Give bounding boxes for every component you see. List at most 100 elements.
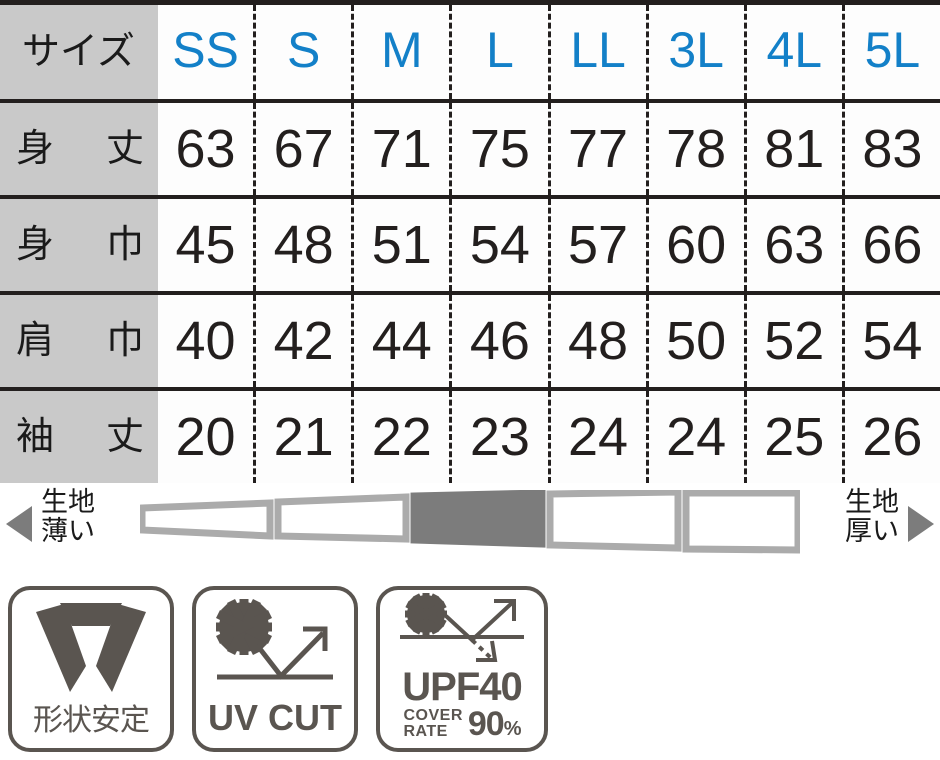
size-header-m: M bbox=[351, 5, 449, 99]
table-row: 身 丈 63 67 71 75 77 78 81 83 bbox=[0, 99, 940, 195]
sun-block-icon bbox=[380, 590, 544, 668]
sun-reflect-icon bbox=[196, 590, 354, 700]
cell-value: 54 bbox=[449, 199, 547, 291]
cell-value: 51 bbox=[351, 199, 449, 291]
gauge-step-5 bbox=[682, 490, 800, 554]
cell-value: 25 bbox=[743, 391, 842, 483]
row-values-body-length: 63 67 71 75 77 78 81 83 bbox=[158, 103, 940, 195]
cell-value: 45 bbox=[175, 215, 236, 275]
cell-value: 26 bbox=[841, 391, 940, 483]
gauge-label-thin-line1: 生地 bbox=[41, 487, 95, 517]
cell-value: 78 bbox=[645, 103, 744, 195]
collar-icon bbox=[12, 590, 170, 706]
cell-value: 24 bbox=[645, 391, 744, 483]
cell-value: 54 bbox=[841, 295, 940, 387]
cell-value: 71 bbox=[351, 103, 449, 195]
size-header-5l: 5L bbox=[841, 5, 940, 99]
sun-reflect-icon-svg bbox=[215, 599, 333, 680]
size-header-cells: SS S M L LL 3L 4L 5L bbox=[158, 5, 940, 99]
gauge-label-thick: 生地 厚い bbox=[845, 487, 899, 547]
cell-value: 81 bbox=[743, 103, 842, 195]
cell-value: 24 bbox=[547, 391, 646, 483]
badge-caption-uv-cut: UV CUT bbox=[208, 697, 342, 738]
cell-value: 48 bbox=[547, 295, 646, 387]
size-header-label: サイズ bbox=[22, 31, 135, 73]
table-row: 身 巾 45 48 51 54 57 60 63 66 bbox=[0, 195, 940, 291]
cover-rate-label: COVER RATE bbox=[403, 708, 462, 740]
cover-rate-group: COVER RATE 90% bbox=[403, 707, 522, 741]
cover-rate-number: 90 bbox=[467, 704, 505, 743]
cell-value: 67 bbox=[253, 103, 351, 195]
feature-badges: 形状安定 UV CUT UPF40 COVER RATE 90% bbox=[8, 586, 548, 752]
size-header-3l: 3L bbox=[645, 5, 744, 99]
cell-value: 60 bbox=[645, 199, 744, 291]
cell-value: 48 bbox=[253, 199, 351, 291]
row-label-body-width: 身 巾 bbox=[0, 199, 158, 291]
gauge-step-4 bbox=[546, 490, 682, 552]
cell-value: 63 bbox=[743, 199, 842, 291]
table-header-row: サイズ SS S M L LL 3L 4L 5L bbox=[0, 5, 940, 99]
row-values-body-width: 45 48 51 54 57 60 63 66 bbox=[158, 199, 940, 291]
cell-value: 63 bbox=[175, 119, 236, 179]
arrow-left-icon bbox=[6, 506, 32, 542]
cell-value: 75 bbox=[449, 103, 547, 195]
table-row: 肩 巾 40 42 44 46 48 50 52 54 bbox=[0, 291, 940, 387]
sun-block-icon-svg bbox=[400, 592, 524, 662]
size-header-label-cell: サイズ bbox=[0, 5, 158, 99]
size-header-l: L bbox=[449, 5, 547, 99]
row-label-char-1: 肩 bbox=[16, 320, 55, 362]
badge-caption-upf40: UPF40 COVER RATE 90% bbox=[402, 664, 522, 748]
row-label-sleeve-length: 袖 丈 bbox=[0, 391, 158, 483]
cell-value: 83 bbox=[841, 103, 940, 195]
gauge-steps-svg bbox=[140, 490, 800, 554]
cover-rate-percent-symbol: % bbox=[503, 717, 522, 740]
gauge-label-thin: 生地 薄い bbox=[41, 487, 95, 547]
cell-value: 46 bbox=[449, 295, 547, 387]
cell-value: 50 bbox=[645, 295, 744, 387]
upf-value: UPF40 bbox=[402, 664, 522, 709]
row-label-char-2: 巾 bbox=[105, 320, 144, 362]
gauge-label-thick-line2: 厚い bbox=[845, 516, 899, 547]
size-header-ll: LL bbox=[547, 5, 646, 99]
size-header-s: S bbox=[253, 5, 351, 99]
cell-value: 66 bbox=[841, 199, 940, 291]
size-header-ss: SS bbox=[172, 22, 239, 78]
row-label-char-1: 身 bbox=[16, 224, 55, 266]
cell-value: 23 bbox=[449, 391, 547, 483]
cover-rate-line2: RATE bbox=[403, 723, 448, 740]
row-label-char-1: 身 bbox=[16, 128, 55, 170]
cell-value: 20 bbox=[175, 407, 236, 467]
badge-shape-retention: 形状安定 bbox=[8, 586, 174, 752]
gauge-step-2 bbox=[274, 493, 410, 543]
row-label-body-length: 身 丈 bbox=[0, 103, 158, 195]
fabric-thickness-gauge: 生地 薄い 生地 厚い bbox=[0, 482, 940, 574]
row-label-shoulder-width: 肩 巾 bbox=[0, 295, 158, 387]
row-label-char-1: 袖 bbox=[16, 416, 55, 458]
cell-value: 42 bbox=[253, 295, 351, 387]
cell-value: 57 bbox=[547, 199, 646, 291]
size-table: サイズ SS S M L LL 3L 4L 5L 身 丈 63 67 71 75… bbox=[0, 0, 940, 483]
gauge-steps bbox=[140, 490, 800, 554]
badge-uv-cut: UV CUT bbox=[192, 586, 358, 752]
size-header-4l: 4L bbox=[743, 5, 842, 99]
collar-icon-svg bbox=[36, 603, 146, 692]
row-label-char-2: 丈 bbox=[105, 128, 144, 170]
cell-value: 22 bbox=[351, 391, 449, 483]
badge-upf40: UPF40 COVER RATE 90% bbox=[376, 586, 548, 752]
size-chart-page: サイズ SS S M L LL 3L 4L 5L 身 丈 63 67 71 75… bbox=[0, 0, 940, 760]
gauge-step-1 bbox=[140, 499, 274, 540]
gauge-label-thin-line2: 薄い bbox=[41, 516, 95, 547]
cell-value: 77 bbox=[547, 103, 646, 195]
row-label-char-2: 巾 bbox=[105, 224, 144, 266]
cell-value: 44 bbox=[351, 295, 449, 387]
table-row: 袖 丈 20 21 22 23 24 24 25 26 bbox=[0, 387, 940, 483]
row-values-shoulder-width: 40 42 44 46 48 50 52 54 bbox=[158, 295, 940, 387]
cell-value: 52 bbox=[743, 295, 842, 387]
cell-value: 21 bbox=[253, 391, 351, 483]
badge-caption-shape-retention: 形状安定 bbox=[33, 704, 150, 737]
row-label-char-2: 丈 bbox=[105, 416, 144, 458]
cover-rate-value: 90% bbox=[468, 707, 522, 741]
cell-value: 40 bbox=[175, 311, 236, 371]
gauge-label-thick-line1: 生地 bbox=[845, 487, 899, 517]
cover-rate-line1: COVER bbox=[403, 707, 463, 724]
